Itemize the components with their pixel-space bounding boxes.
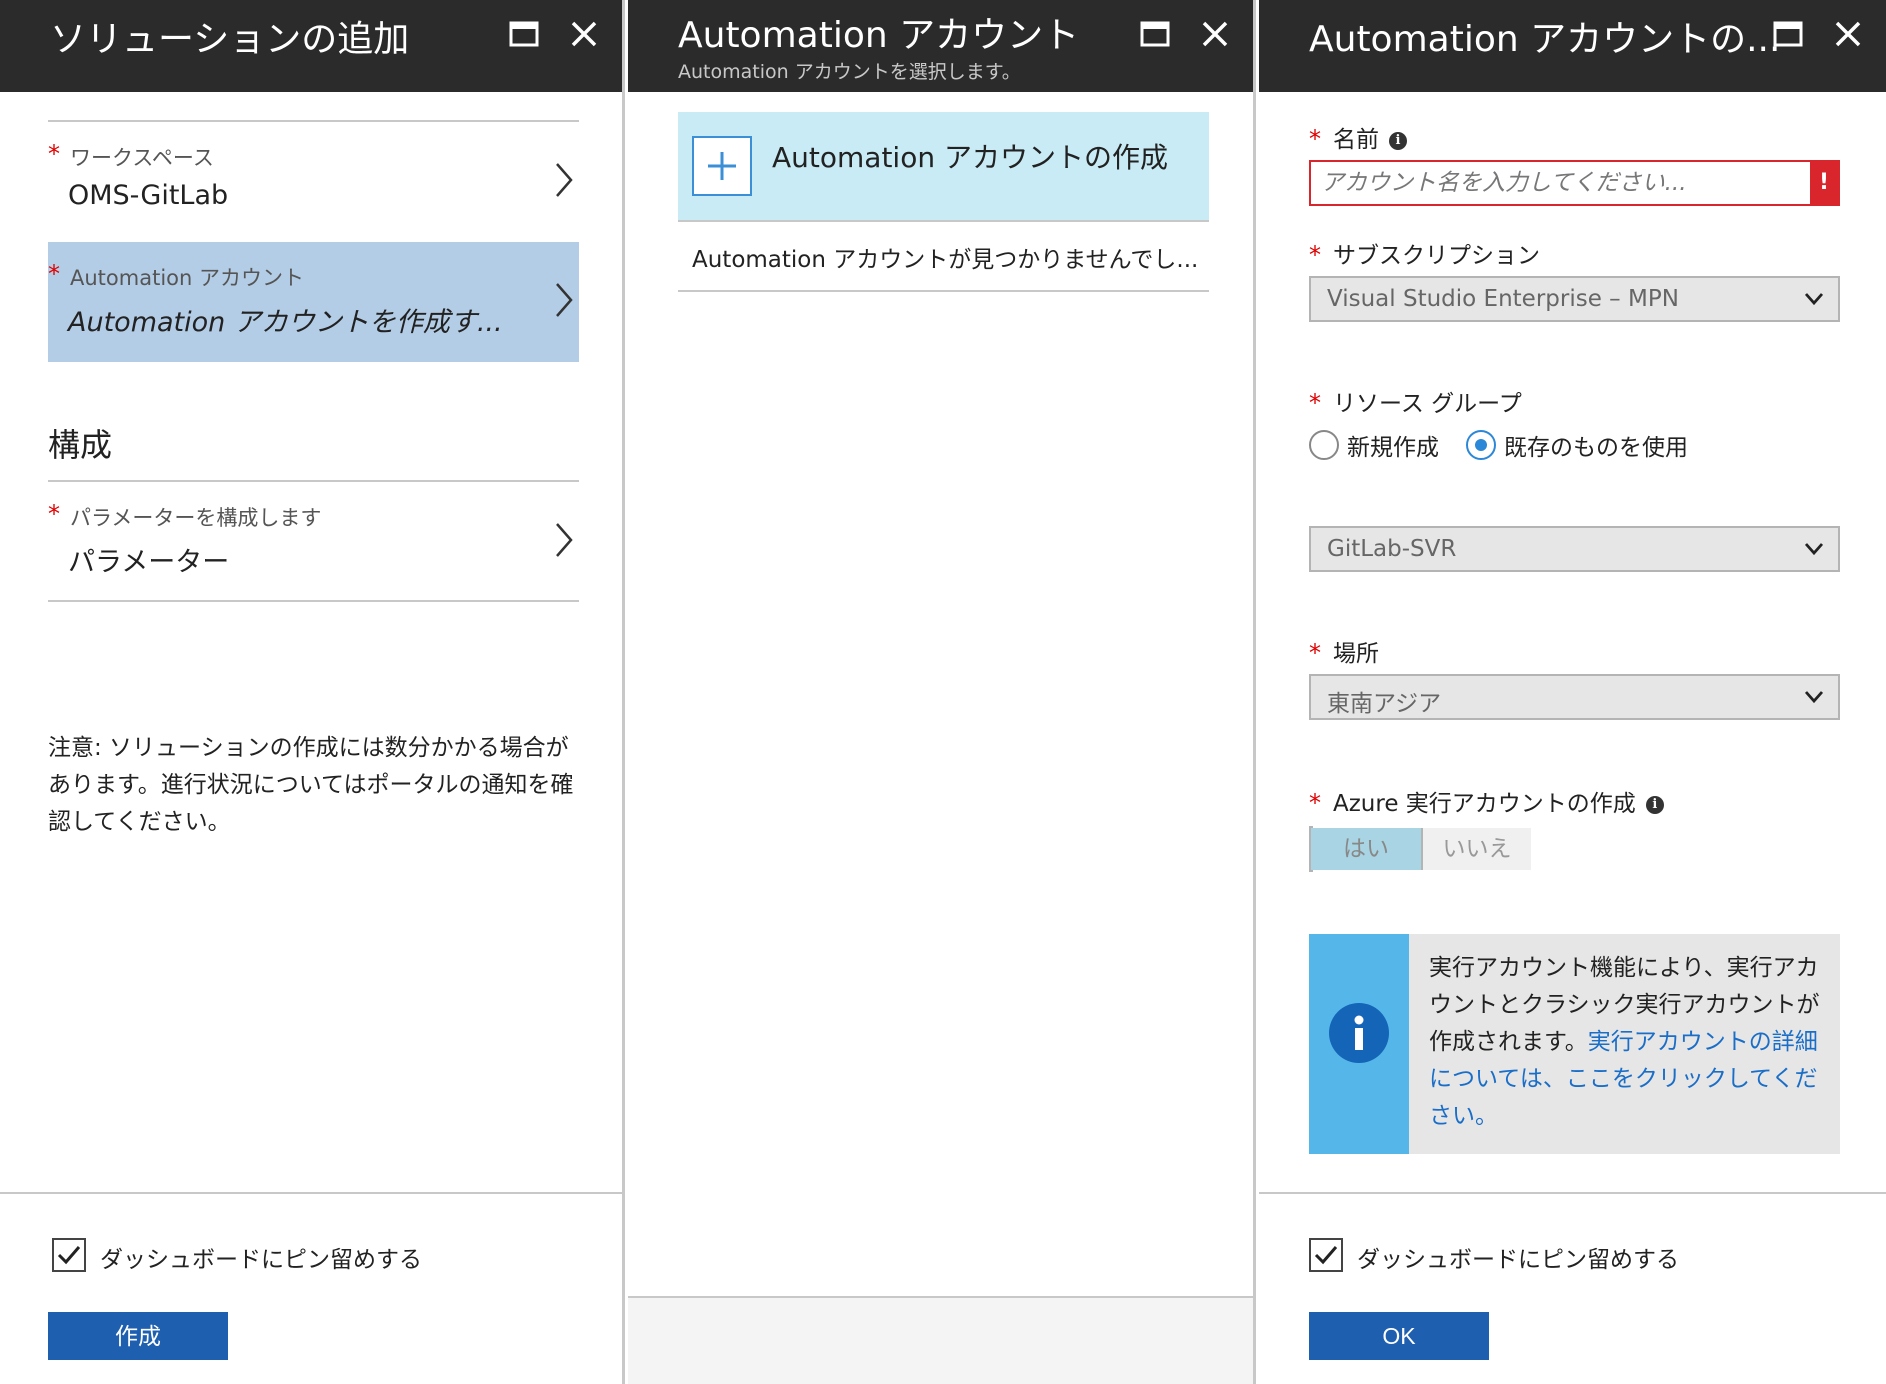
create-button[interactable]: 作成	[48, 1312, 228, 1360]
automation-account-list-blade: Automation アカウント Automation アカウントを選択します。…	[628, 0, 1256, 1384]
info-icon[interactable]: i	[1389, 131, 1407, 150]
checkbox-box[interactable]	[52, 1238, 86, 1272]
info-text-block: 実行アカウント機能により、実行アカウントとクラシック実行アカウントが作成されます…	[1429, 950, 1829, 1135]
location-dropdown[interactable]: 東南アジア	[1309, 674, 1840, 720]
location-value: 東南アジア	[1327, 691, 1442, 717]
required-marker: *	[1309, 125, 1321, 153]
parameters-selector[interactable]: * パラメーターを構成します パラメーター	[48, 482, 579, 602]
add-solution-blade: ソリューションの追加 * ワークスペース OMS-GitLab * Automa…	[0, 0, 625, 1384]
required-marker: *	[48, 260, 60, 288]
info-circle-icon	[1329, 1003, 1389, 1063]
run-as-info-box: 実行アカウント機能により、実行アカウントとクラシック実行アカウントが作成されます…	[1309, 934, 1840, 1154]
blade-title: Automation アカウント	[678, 15, 1080, 56]
parameters-value: パラメーター	[68, 547, 230, 578]
chevron-right-icon	[556, 283, 573, 317]
automation-account-label: Automation アカウント	[70, 266, 304, 290]
blade-title: Automation アカウントの...	[1309, 19, 1781, 60]
divider	[48, 600, 579, 602]
resource-group-dropdown[interactable]: GitLab-SVR	[1309, 526, 1840, 572]
footer-divider	[1259, 1192, 1886, 1194]
create-automation-account-blade: Automation アカウントの... * 名前 i ! * サブスクリプション V…	[1259, 0, 1886, 1384]
resource-group-value: GitLab-SVR	[1327, 536, 1457, 562]
subscription-label-text: サブスクリプション	[1333, 243, 1540, 269]
name-label-text: 名前	[1333, 127, 1379, 153]
divider	[678, 220, 1209, 222]
info-strip	[1309, 934, 1409, 1154]
blade-header: Automation アカウント Automation アカウントを選択します。	[628, 0, 1253, 92]
blade-header: ソリューションの追加	[0, 0, 622, 92]
resource-group-label-text: リソース グループ	[1333, 391, 1522, 417]
blade-title: ソリューションの追加	[50, 19, 410, 60]
maximize-icon[interactable]	[1135, 14, 1175, 54]
subscription-value: Visual Studio Enterprise – MPN	[1327, 286, 1679, 312]
automation-account-selector[interactable]: * Automation アカウント Automation アカウントを作成す.…	[48, 242, 579, 362]
blade-subtitle: Automation アカウントを選択します。	[678, 61, 1021, 83]
workspace-value: OMS-GitLab	[68, 180, 229, 211]
toggle-no[interactable]: いいえ	[1421, 828, 1531, 870]
pin-label: ダッシュボードにピン留めする	[100, 1247, 422, 1273]
chevron-down-icon	[1804, 293, 1824, 306]
section-title-configuration: 構成	[48, 426, 113, 464]
account-name-input-wrap: !	[1309, 160, 1840, 206]
info-icon[interactable]: i	[1645, 795, 1664, 814]
run-as-field-label: * Azure 実行アカウントの作成 i	[1309, 784, 1664, 818]
toggle-yes[interactable]: はい	[1311, 828, 1421, 870]
create-tile-label: Automation アカウントの作成	[772, 141, 1168, 174]
account-name-input[interactable]	[1321, 166, 1801, 200]
plus-icon	[692, 136, 752, 196]
checkbox-box[interactable]	[1309, 1238, 1343, 1272]
run-as-label-text: Azure 実行アカウントの作成	[1333, 791, 1636, 817]
footer-divider	[0, 1192, 622, 1194]
run-as-toggle: はい いいえ	[1309, 826, 1531, 872]
location-field-label: * 場所	[1309, 634, 1379, 668]
automation-account-value: Automation アカウントを作成す...	[68, 307, 503, 338]
subscription-dropdown[interactable]: Visual Studio Enterprise – MPN	[1309, 276, 1840, 322]
radio-use-existing-label: 既存のものを使用	[1504, 435, 1688, 461]
chevron-down-icon	[1804, 543, 1824, 556]
close-icon[interactable]	[1828, 14, 1868, 54]
radio-create-new-label: 新規作成	[1347, 435, 1439, 461]
workspace-label: ワークスペース	[70, 146, 214, 170]
required-marker: *	[48, 140, 60, 168]
pin-label: ダッシュボードにピン留めする	[1357, 1247, 1679, 1273]
checkmark-icon	[1314, 1246, 1338, 1265]
blade-footer	[628, 1298, 1253, 1384]
required-marker: *	[1309, 241, 1321, 269]
name-field-label: * 名前 i	[1309, 120, 1407, 154]
subscription-field-label: * サブスクリプション	[1309, 236, 1540, 270]
ok-button[interactable]: OK	[1309, 1312, 1489, 1360]
radio-button[interactable]	[1466, 430, 1496, 460]
blade-header: Automation アカウントの...	[1259, 0, 1886, 92]
required-marker: *	[48, 500, 60, 528]
location-label-text: 場所	[1333, 641, 1379, 667]
required-marker: *	[1309, 389, 1321, 417]
checkmark-icon	[57, 1246, 81, 1265]
divider	[678, 290, 1209, 292]
error-icon: !	[1810, 162, 1838, 204]
maximize-icon[interactable]	[504, 14, 544, 54]
parameters-label: パラメーターを構成します	[70, 506, 322, 530]
required-marker: *	[1309, 789, 1321, 817]
close-icon[interactable]	[1195, 14, 1235, 54]
no-accounts-message: Automation アカウントが見つかりませんでし...	[692, 247, 1199, 273]
create-automation-account-tile[interactable]: Automation アカウントの作成	[678, 112, 1209, 220]
chevron-down-icon	[1804, 691, 1824, 704]
maximize-icon[interactable]	[1768, 14, 1808, 54]
resource-group-field-label: * リソース グループ	[1309, 384, 1522, 418]
close-icon[interactable]	[564, 14, 604, 54]
workspace-selector[interactable]: * ワークスペース OMS-GitLab	[48, 122, 579, 242]
required-marker: *	[1309, 639, 1321, 667]
creation-note: 注意: ソリューションの作成には数分かかる場合があります。進行状況についてはポー…	[48, 735, 574, 835]
chevron-right-icon	[556, 523, 573, 557]
chevron-right-icon	[556, 163, 573, 197]
radio-button[interactable]	[1309, 430, 1339, 460]
